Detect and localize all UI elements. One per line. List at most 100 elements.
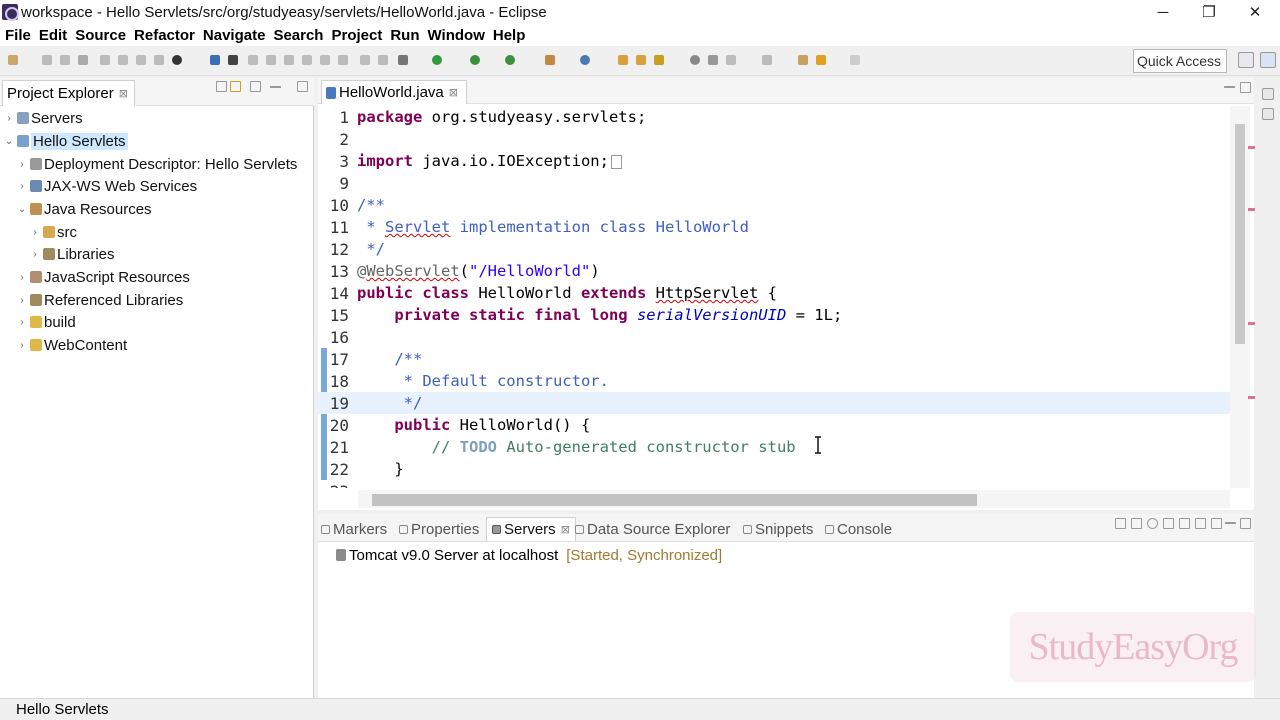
folded-code-icon[interactable] [610,154,622,169]
tab-properties[interactable]: Properties [399,517,479,541]
collapse-all-icon[interactable] [216,81,227,92]
maximize-view-icon[interactable] [297,81,308,92]
expand-arrow-icon[interactable]: › [17,159,27,170]
step-over-icon[interactable] [338,55,348,65]
expand-arrow-icon[interactable]: › [17,181,27,192]
paste-icon[interactable] [136,55,146,65]
menu-search[interactable]: Search [273,27,323,44]
tab-markers[interactable]: Markers [321,517,387,541]
collapse-arrow-icon[interactable]: ⌄ [4,136,14,147]
debug-icon[interactable] [398,55,408,65]
minimize-view-icon[interactable] [270,86,281,97]
run-icon[interactable] [432,55,442,65]
tree-item-build[interactable]: › build [17,311,75,333]
terminal-icon[interactable] [210,55,220,65]
suspend-icon[interactable] [266,55,276,65]
search-tool-icon[interactable] [654,55,664,65]
menu-window[interactable]: Window [428,27,485,44]
menu-refactor[interactable]: Refactor [134,27,195,44]
horizontal-scrollbar[interactable] [358,490,1230,508]
expand-arrow-icon[interactable]: › [17,272,27,283]
menu-navigate[interactable]: Navigate [203,27,266,44]
save-icon[interactable] [42,55,52,65]
forward-icon[interactable] [850,55,860,65]
menu-run[interactable]: Run [390,27,419,44]
minimize-view-icon[interactable] [1225,522,1236,533]
menu-file[interactable]: File [5,27,31,44]
expand-arrow-icon[interactable]: › [30,227,40,238]
open-task-icon[interactable] [636,55,646,65]
tree-item-libraries[interactable]: › Libraries [30,243,114,265]
close-icon[interactable]: ⊠ [561,523,570,536]
vertical-scrollbar[interactable] [1230,106,1250,488]
expand-arrow-icon[interactable]: › [17,295,27,306]
annotation-icon[interactable] [690,55,700,65]
last-edit-icon[interactable] [798,55,808,65]
save-all-icon[interactable] [60,55,70,65]
maximize-editor-icon[interactable] [1240,82,1251,93]
task-list-icon[interactable] [1262,108,1274,120]
overview-marker[interactable] [1248,322,1255,325]
maximize-view-icon[interactable] [1240,518,1251,529]
open-perspective-icon[interactable] [1238,52,1254,68]
menu-edit[interactable]: Edit [39,27,67,44]
stop-server-icon[interactable] [1179,518,1190,529]
tree-item-deployment-descriptor[interactable]: › Deployment Descriptor: Hello Servlets [17,153,297,175]
publish-icon[interactable] [1195,518,1206,529]
overview-marker[interactable] [1248,146,1255,149]
mask-icon[interactable] [172,55,182,65]
collapse-all-icon[interactable] [1115,518,1126,529]
view-menu-icon[interactable] [1211,518,1222,529]
close-icon[interactable]: ⊠ [119,87,128,100]
debug-server-icon[interactable] [1131,518,1142,529]
delete-icon[interactable] [154,55,164,65]
tree-item-jax-ws[interactable]: › JAX-WS Web Services [17,175,197,197]
drop-frame-icon[interactable] [378,55,388,65]
collapse-arrow-icon[interactable]: ⌄ [17,204,27,215]
tree-item-java-resources[interactable]: ⌄ Java Resources [17,198,152,220]
quick-access-field[interactable]: Quick Access [1133,49,1227,73]
menu-source[interactable]: Source [75,27,126,44]
tree-item-src[interactable]: › src [30,221,77,243]
profile-server-icon[interactable] [1163,518,1174,529]
new-java-project-icon[interactable] [580,55,590,65]
terminate-icon[interactable] [284,55,294,65]
new-server-icon[interactable] [545,55,555,65]
scroll-thumb[interactable] [1235,124,1245,344]
pin-icon[interactable] [708,55,718,65]
print-icon[interactable] [78,55,88,65]
prev-annotation-icon[interactable] [762,55,772,65]
java-ee-perspective-icon[interactable] [1260,52,1276,68]
start-server-icon[interactable] [1147,518,1158,529]
expand-arrow-icon[interactable]: › [30,249,40,260]
next-annotation-icon[interactable] [726,55,736,65]
overview-marker[interactable] [1248,208,1255,211]
disconnect-icon[interactable] [302,55,312,65]
code-area[interactable]: 1 package org.studyeasy.servlets; 2 3 im… [318,106,1230,488]
overview-marker[interactable] [1248,396,1255,399]
scroll-thumb[interactable] [372,494,977,506]
tree-item-hello-servlets[interactable]: ⌄ Hello Servlets [4,130,128,152]
menu-help[interactable]: Help [493,27,526,44]
minimize-editor-icon[interactable] [1224,86,1235,97]
close-icon[interactable]: ⊠ [449,86,458,99]
skip-breakpoints-icon[interactable] [228,55,238,65]
new-icon[interactable] [8,55,18,65]
back-icon[interactable] [816,55,826,65]
tab-servers[interactable]: Servers ⊠ [486,517,576,541]
tab-data-source-explorer[interactable]: Data Source Explorer [575,517,730,541]
tree-item-webcontent[interactable]: › WebContent [17,334,127,356]
step-return-icon[interactable] [360,55,370,65]
tab-helloworld-java[interactable]: HelloWorld.java ⊠ [321,80,467,104]
close-window-button[interactable]: ✕ [1232,0,1278,24]
external-tools-icon[interactable] [505,55,515,65]
minimize-button[interactable]: ─ [1140,0,1186,24]
expand-arrow-icon[interactable]: › [17,317,27,328]
expand-arrow-icon[interactable]: › [17,340,27,351]
tab-project-explorer[interactable]: Project Explorer ⊠ [2,80,135,106]
restore-button[interactable]: ❐ [1186,0,1232,24]
copy-icon[interactable] [118,55,128,65]
server-row[interactable]: Tomcat v9.0 Server at localhost [Started… [336,545,722,565]
tab-console[interactable]: Console [825,517,892,541]
tree-item-referenced-libraries[interactable]: › Referenced Libraries [17,289,183,311]
